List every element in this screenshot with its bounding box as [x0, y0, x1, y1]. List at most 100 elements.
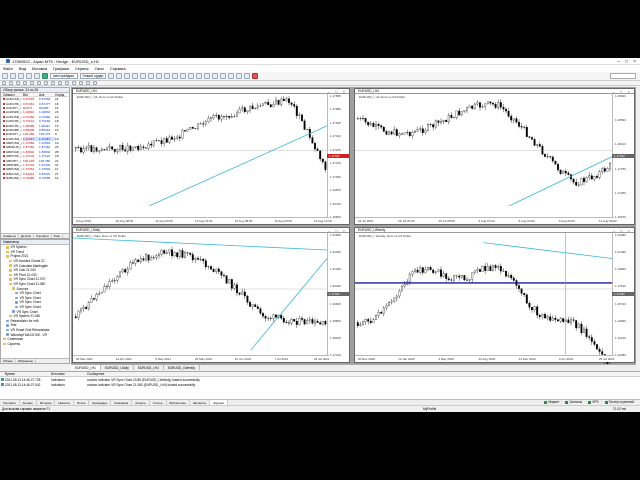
autoscroll-icon[interactable] — [220, 73, 227, 79]
channel-icon[interactable] — [140, 73, 147, 79]
tool-icon-0[interactable] — [2, 81, 6, 85]
time-axis[interactable]: 20 Dec 2020 12 Jan 2020 3 May 2020 23 Aug 2… — [355, 355, 615, 362]
chart-tab-0[interactable]: EURUSD_i,H1 — [71, 365, 101, 370]
price-plot[interactable] — [355, 228, 612, 364]
tool-icon-4[interactable] — [30, 81, 34, 85]
chart-window-c3[interactable]: EURUSD_i,Daily – □ × EURUSD_i, Daily: Euro… — [72, 227, 350, 363]
tool-icon-3[interactable] — [23, 81, 27, 85]
candle — [90, 145, 93, 152]
price-plot[interactable] — [355, 89, 612, 226]
toolbox-link-2[interactable]: VPS — [588, 400, 599, 404]
hline-icon[interactable] — [124, 73, 131, 79]
nav-item[interactable]: Скрипты — [1, 341, 69, 346]
mw-ask: 1.17457 — [39, 136, 55, 141]
candle — [132, 262, 134, 264]
chart-window-controls[interactable]: – □ × — [613, 89, 632, 94]
status-profile[interactable]: MyProfile — [423, 407, 436, 411]
chart-tab-3[interactable]: EURUSD_i,Weekly — [164, 365, 200, 370]
chart-window-controls[interactable]: – □ × — [613, 228, 632, 233]
crosshair-icon[interactable] — [108, 73, 115, 79]
candle — [544, 153, 546, 157]
table-row[interactable]: 2021.08.13 14:46:27.542 Indicators custom … — [0, 382, 640, 387]
nav-tab-1[interactable]: Избранное — [16, 359, 37, 363]
toolbox-link-0[interactable]: Маркет — [544, 400, 559, 404]
tool-icon-13[interactable] — [93, 81, 97, 85]
menu-item-5[interactable]: Окно — [95, 66, 104, 71]
candle — [160, 140, 163, 144]
fibo-icon[interactable] — [148, 73, 155, 79]
status-bar: Для вызова справки нажмите F1 MyProfile … — [0, 405, 640, 412]
line-icon[interactable] — [116, 73, 123, 79]
market-watch-icon[interactable] — [18, 73, 24, 79]
templates-icon[interactable] — [244, 73, 251, 79]
current-price-tag: 1.17447 — [327, 292, 349, 296]
indicators-icon[interactable] — [236, 73, 243, 79]
menu-item-2[interactable]: Вставка — [32, 66, 47, 71]
time-axis[interactable]: 26 Mar 2021 14 Apr 2021 5 May 2021 26 May 2… — [73, 355, 330, 362]
line-chart-icon[interactable] — [188, 73, 195, 79]
mw-tab-1[interactable]: Детали — [19, 234, 35, 238]
algo-trading-button[interactable]: Автотрейдинг — [50, 73, 78, 79]
table-row[interactable]: 2021.08.13 14:46:27.728 Indicators custom … — [0, 377, 640, 382]
mw-tab-2[interactable]: Торговля — [34, 234, 52, 238]
bar-chart-icon[interactable] — [172, 73, 179, 79]
toolbox-link-1[interactable]: Сигналы — [565, 400, 582, 404]
zoom-out-icon[interactable] — [204, 73, 211, 79]
chart-tab-1[interactable]: EURUSD_i,Daily — [101, 365, 134, 370]
toolbox-icon[interactable] — [34, 73, 40, 79]
trendline-icon[interactable] — [132, 73, 139, 79]
toolbox-link-3[interactable]: Тестер стратегий — [604, 400, 634, 404]
chart-window-c2[interactable]: EURUSD_i,H4– □ × EURUSD_i, H4: Euro vs US… — [354, 88, 635, 225]
tool-icon-6[interactable] — [44, 81, 48, 85]
menu-item-3[interactable]: Графики — [53, 66, 69, 71]
tool-icon-9[interactable] — [65, 81, 69, 85]
menu-item-6[interactable]: Справка — [110, 66, 126, 71]
zoom-in-icon[interactable] — [196, 73, 203, 79]
tool-icon-12[interactable] — [86, 81, 90, 85]
tool-icon-7[interactable] — [51, 81, 55, 85]
tool-icon-10[interactable] — [72, 81, 76, 85]
mw-tab-0[interactable]: Символы — [1, 234, 19, 238]
new-order-button[interactable]: Новый ордер — [79, 73, 107, 79]
candle-icon[interactable] — [180, 73, 187, 79]
folder-icon — [6, 255, 9, 258]
tool-icon-8[interactable] — [58, 81, 62, 85]
tool-icon-2[interactable] — [16, 81, 20, 85]
menu-item-4[interactable]: Сервис — [75, 66, 89, 71]
tool-icon-11[interactable] — [79, 81, 83, 85]
mw-symbol: AUDCHF_i — [3, 102, 23, 106]
text-icon[interactable] — [156, 73, 163, 79]
candle — [505, 108, 507, 112]
algo-trading-icon[interactable] — [42, 73, 48, 79]
table-row[interactable]: NZDUSD_i 0.70086 0.70098 12 — [1, 176, 69, 180]
navigator-icon[interactable] — [26, 73, 32, 79]
shift-icon[interactable] — [228, 73, 235, 79]
mw-tab-3[interactable]: Тики — [52, 234, 63, 238]
chart-window-controls[interactable]: – □ × — [328, 228, 347, 233]
period-icon[interactable] — [252, 73, 259, 79]
tool-icon-1[interactable] — [9, 81, 13, 85]
chart-window-c4[interactable]: EURUSD_i,Weekly – □ × EURUSD_i, Weekly: Eu… — [354, 227, 635, 364]
time-axis[interactable]: 22 Jul 2021 26 Jul 20:00 29 Jul 08:00 3 Aug… — [355, 217, 617, 224]
menu-item-1[interactable]: Вид — [19, 66, 26, 71]
folder-icon — [9, 273, 12, 277]
search-input[interactable] — [610, 73, 636, 79]
nav-tab-0[interactable]: Общие — [1, 359, 16, 363]
tile-icon[interactable] — [212, 73, 219, 79]
menu-item-0[interactable]: Файл — [3, 66, 13, 71]
price-plot[interactable] — [73, 89, 327, 226]
chart-window-c1[interactable]: EURUSD_i,H1– □ × EURUSD_i, H1: Euro vs US… — [72, 88, 350, 225]
chart-tab-2[interactable]: EURUSD_i,H4 — [134, 365, 164, 370]
chart-window-controls[interactable]: – □ × — [328, 89, 347, 94]
tool-icon-5[interactable] — [37, 81, 41, 85]
time-axis[interactable]: 9 Aug 2021 10 Aug 08:00 11 Aug 00:00 11 Aug… — [73, 217, 332, 224]
new-chart-icon[interactable] — [2, 73, 8, 79]
candle — [588, 336, 591, 338]
price-plot[interactable] — [73, 228, 327, 364]
profiles-icon[interactable] — [10, 73, 16, 79]
candle — [98, 293, 101, 295]
candle — [375, 315, 377, 320]
arrow-icon[interactable] — [164, 73, 171, 79]
candle — [285, 321, 288, 323]
candle — [173, 252, 176, 257]
